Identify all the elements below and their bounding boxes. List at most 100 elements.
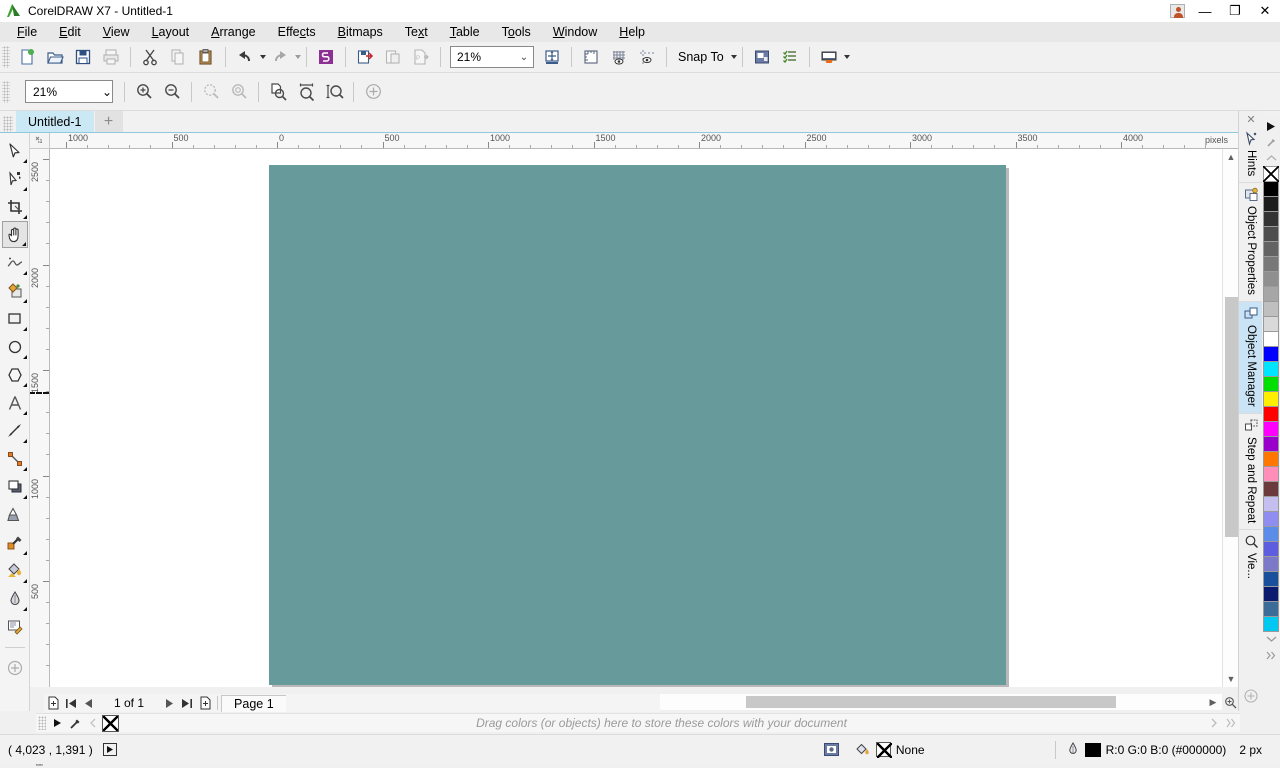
palette-swatch[interactable] (1263, 391, 1279, 407)
toolbar-grip[interactable] (2, 46, 10, 68)
last-page-button[interactable] (178, 695, 196, 712)
publish-pdf-button[interactable]: P (407, 44, 435, 70)
palette-swatch[interactable] (1263, 376, 1279, 392)
docker-tab-hints[interactable]: Hints (1239, 127, 1263, 184)
freehand-tool[interactable] (2, 249, 28, 276)
smart-fill-tool[interactable] (2, 277, 28, 304)
palette-expand-icon[interactable] (1262, 647, 1280, 663)
ellipse-tool[interactable] (2, 333, 28, 360)
add-document-tab-button[interactable]: + (94, 111, 123, 132)
polygon-tool[interactable] (2, 361, 28, 388)
export-button[interactable] (379, 44, 407, 70)
palette-swatch[interactable] (1263, 241, 1279, 257)
crop-tool-flyout-icon[interactable] (22, 215, 27, 219)
menu-layout[interactable]: Layout (141, 23, 201, 41)
close-icon[interactable]: ✕ (1239, 111, 1263, 127)
menu-window[interactable]: Window (542, 23, 608, 41)
palette-arrow-up-icon[interactable] (1262, 118, 1280, 134)
application-launcher-icon[interactable] (815, 44, 843, 70)
palette-swatch[interactable] (1263, 541, 1279, 557)
document-palette-more-icon[interactable] (1222, 714, 1240, 732)
fill-status[interactable]: None (854, 742, 925, 758)
menu-tools[interactable]: Tools (491, 23, 542, 41)
zoom-level-combo[interactable]: 21% ⌄ (450, 46, 534, 68)
zoom-to-page-width-button[interactable] (292, 79, 320, 105)
save-document-button[interactable] (69, 44, 97, 70)
full-screen-preview-icon[interactable] (538, 44, 566, 70)
palette-swatch[interactable] (1263, 556, 1279, 572)
zoom-level-combo-secondary[interactable]: 21% ⌄ (25, 80, 113, 103)
menu-bitmaps[interactable]: Bitmaps (327, 23, 394, 41)
smart-fill-tool-flyout-icon[interactable] (22, 299, 27, 303)
pan-tool[interactable] (1, 221, 28, 248)
palette-swatch[interactable] (1263, 571, 1279, 587)
palette-swatch[interactable] (1263, 316, 1279, 332)
ellipse-tool-flyout-icon[interactable] (22, 355, 27, 359)
pick-tool[interactable] (2, 137, 28, 164)
menu-edit[interactable]: Edit (48, 23, 92, 41)
connector-tool-flyout-icon[interactable] (22, 467, 27, 471)
dimension-tool[interactable] (2, 417, 28, 444)
document-palette-grip[interactable] (38, 716, 46, 730)
next-page-button[interactable] (160, 695, 178, 712)
color-palette[interactable] (1262, 118, 1280, 718)
palette-swatch[interactable] (1263, 406, 1279, 422)
chevron-down-icon[interactable]: ⌄ (102, 85, 112, 99)
tabbar-grip[interactable] (3, 116, 13, 132)
rectangle-tool[interactable] (2, 305, 28, 332)
customize-toolbar-button[interactable] (359, 79, 387, 105)
new-document-button[interactable] (13, 44, 41, 70)
docker-tab-step-and-repeat[interactable]: Step and Repeat (1239, 414, 1263, 531)
palette-scroll-down-icon[interactable] (1262, 631, 1280, 647)
document-page[interactable] (269, 165, 1006, 685)
document-palette-eyedropper-icon[interactable] (66, 714, 84, 732)
palette-swatch[interactable] (1263, 421, 1279, 437)
close-button[interactable]: ✕ (1250, 0, 1280, 22)
palette-swatch[interactable] (1263, 451, 1279, 467)
palette-swatch-none[interactable] (1263, 166, 1279, 182)
pick-tool-flyout-icon[interactable] (22, 159, 27, 163)
cut-button[interactable] (136, 44, 164, 70)
scroll-right-button[interactable]: ▶ (1205, 694, 1221, 710)
palette-swatch[interactable] (1263, 361, 1279, 377)
zoom-out-button[interactable] (158, 79, 186, 105)
text-tool[interactable] (2, 389, 28, 416)
palette-swatch[interactable] (1263, 526, 1279, 542)
snap-to-button[interactable]: Snap To (672, 45, 730, 69)
menu-arrange[interactable]: Arrange (200, 23, 266, 41)
menu-text[interactable]: Text (394, 23, 439, 41)
fill-tool[interactable] (2, 557, 28, 584)
show-rulers-icon[interactable] (577, 44, 605, 70)
palette-swatch[interactable] (1263, 196, 1279, 212)
options-dialog-icon[interactable] (748, 44, 776, 70)
palette-swatch[interactable] (1263, 481, 1279, 497)
color-eyedropper-tool[interactable] (2, 529, 28, 556)
shape-tool-flyout-icon[interactable] (22, 187, 27, 191)
connector-tool[interactable] (2, 445, 28, 472)
minimize-button[interactable]: — (1190, 0, 1220, 22)
horizontal-scrollbar[interactable] (660, 694, 1222, 710)
expand-status-button[interactable] (102, 743, 117, 756)
shape-tool[interactable] (2, 165, 28, 192)
interactive-fill-tool-flyout-icon[interactable] (22, 607, 27, 611)
palette-swatch[interactable] (1263, 436, 1279, 452)
outline-tool[interactable] (2, 613, 28, 640)
ruler-origin-icon[interactable] (30, 133, 50, 149)
application-launcher-caret-icon[interactable] (843, 55, 850, 59)
palette-swatch[interactable] (1263, 601, 1279, 617)
redo-button[interactable] (266, 44, 294, 70)
palette-swatch[interactable] (1263, 301, 1279, 317)
palette-swatch[interactable] (1263, 616, 1279, 632)
palette-swatch[interactable] (1263, 331, 1279, 347)
object-styles-icon[interactable] (776, 44, 804, 70)
menu-help[interactable]: Help (608, 23, 656, 41)
rectangle-tool-flyout-icon[interactable] (22, 327, 27, 331)
copy-button[interactable] (164, 44, 192, 70)
transparency-tool[interactable] (2, 501, 28, 528)
menu-view[interactable]: View (92, 23, 141, 41)
document-palette-arrow-icon[interactable] (48, 714, 66, 732)
snap-to-caret-icon[interactable] (730, 55, 737, 59)
paste-button[interactable] (192, 44, 220, 70)
palette-swatch[interactable] (1263, 466, 1279, 482)
zoom-to-page-height-button[interactable] (320, 79, 348, 105)
